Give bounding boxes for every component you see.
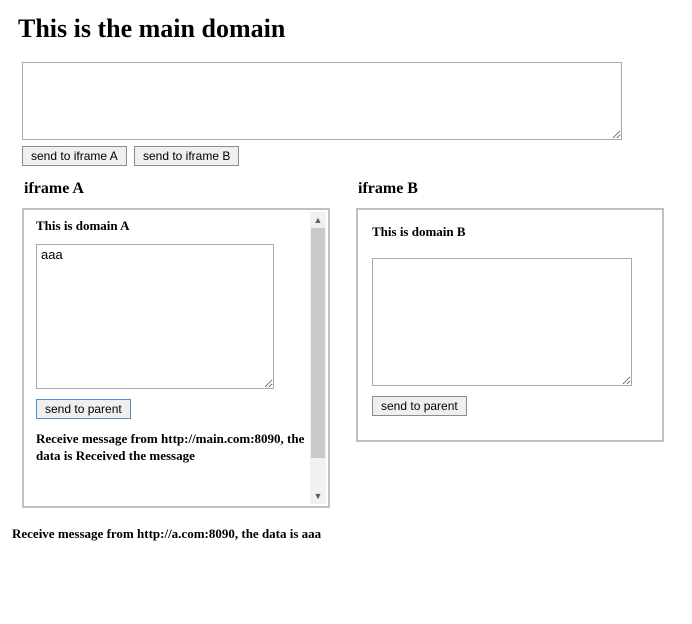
- iframe-a-send-to-parent-button[interactable]: send to parent: [36, 399, 131, 419]
- iframe-a-column: iframe A This is domain A send to parent…: [22, 170, 330, 508]
- iframe-a-title: iframe A: [24, 180, 330, 198]
- iframe-a-box: This is domain A send to parent Receive …: [22, 208, 330, 508]
- main-received-message: Receive message from http://a.com:8090, …: [12, 526, 674, 542]
- iframe-b-textarea[interactable]: [372, 258, 632, 386]
- scrollbar-thumb[interactable]: [311, 228, 325, 458]
- iframe-a-scrollbar[interactable]: ▲ ▼: [310, 212, 326, 504]
- iframe-b-send-to-parent-button[interactable]: send to parent: [372, 396, 467, 416]
- iframe-a-received-message: Receive message from http://main.com:809…: [36, 431, 308, 465]
- send-to-iframe-b-button[interactable]: send to iframe B: [134, 146, 239, 166]
- main-textarea[interactable]: [22, 62, 622, 140]
- send-to-iframe-a-button[interactable]: send to iframe A: [22, 146, 127, 166]
- iframe-b-box: This is domain B send to parent: [356, 208, 664, 442]
- iframe-b-heading: This is domain B: [372, 224, 648, 240]
- iframe-a-heading: This is domain A: [36, 218, 308, 234]
- page-title: This is the main domain: [18, 14, 674, 44]
- iframe-b-title: iframe B: [358, 180, 664, 198]
- main-button-row: send to iframe A send to iframe B: [22, 146, 674, 166]
- iframe-b-column: iframe B This is domain B send to parent: [356, 170, 664, 442]
- scroll-up-arrow-icon[interactable]: ▲: [310, 212, 326, 228]
- iframe-a-textarea[interactable]: [36, 244, 274, 389]
- scroll-down-arrow-icon[interactable]: ▼: [310, 488, 326, 504]
- scrollbar-track[interactable]: [310, 228, 326, 488]
